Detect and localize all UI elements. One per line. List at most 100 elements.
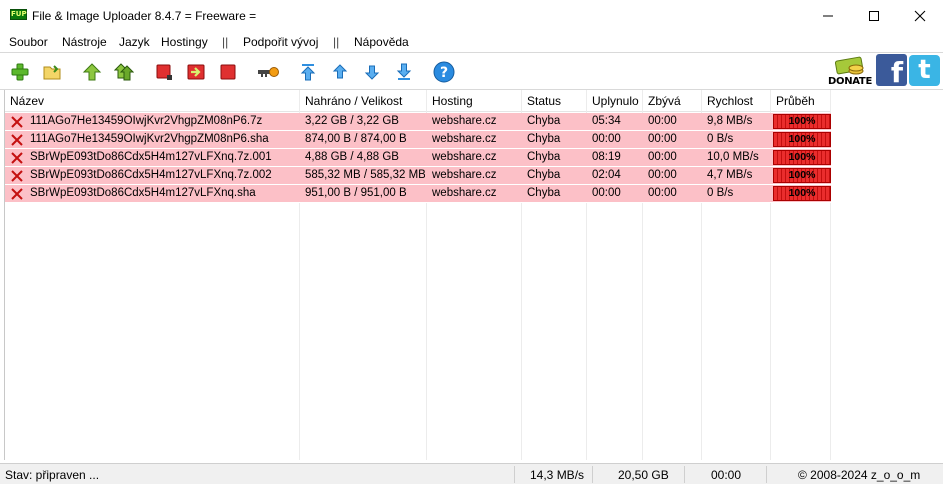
stop-button[interactable] <box>152 60 176 84</box>
donate-label: DONATE <box>828 76 872 87</box>
app-icon: FUP <box>10 9 27 20</box>
status-bar: Stav: připraven ... 14,3 MB/s 20,50 GB 0… <box>0 463 943 484</box>
menu-podporit-vyvoj[interactable]: Podpořit vývoj <box>243 35 318 49</box>
toolbar: ? <box>0 52 943 90</box>
table-row[interactable]: 111AGo7He13459OIwjKvr2VhgpZM08nP6.7z 3,22… <box>5 113 831 131</box>
move-up-icon <box>332 64 348 79</box>
column-header-rychlost[interactable]: Rychlost <box>702 90 771 112</box>
window-title: File & Image Uploader 8.4.7 = Freeware = <box>32 9 257 23</box>
minimize-icon <box>823 15 833 17</box>
export-button[interactable] <box>184 60 208 84</box>
move-down-button[interactable] <box>360 60 384 84</box>
menu-hostingy[interactable]: Hostingy <box>161 35 208 49</box>
facebook-button[interactable]: f <box>876 54 907 86</box>
menu-nastroje[interactable]: Nástroje <box>62 35 107 49</box>
maximize-button[interactable] <box>851 0 897 32</box>
progress-label: 100% <box>788 187 816 199</box>
status-text: Chyba <box>527 133 561 145</box>
svg-text:?: ? <box>440 65 448 81</box>
status-text: Chyba <box>527 151 561 163</box>
export-icon <box>187 64 205 80</box>
error-icon <box>11 152 23 164</box>
hosting-name: webshare.cz <box>432 169 497 181</box>
move-bottom-icon <box>396 63 412 80</box>
column-header-zbyva[interactable]: Zbývá <box>643 90 702 112</box>
upload-list[interactable]: Název Nahráno / Velikost Hosting Status … <box>4 90 943 460</box>
table-row[interactable]: SBrWpE093tDo86Cdx5H4m127vLFXnq.sha 951,00… <box>5 185 831 203</box>
elapsed-time: 00:00 <box>592 187 621 199</box>
file-name: 111AGo7He13459OIwjKvr2VhgpZM08nP6.7z <box>30 115 263 127</box>
file-size: 3,22 GB / 3,22 GB <box>305 115 399 127</box>
title-bar: FUP File & Image Uploader 8.4.7 = Freewa… <box>0 0 943 32</box>
progress-bar: 100% <box>773 150 831 165</box>
help-button[interactable]: ? <box>432 60 456 84</box>
add-button[interactable] <box>8 60 32 84</box>
column-header-prubeh[interactable]: Průběh <box>771 90 831 112</box>
file-name: SBrWpE093tDo86Cdx5H4m127vLFXnq.7z.002 <box>30 169 272 181</box>
file-size: 951,00 B / 951,00 B <box>305 187 407 199</box>
status-state: Stav: připraven ... <box>5 468 100 482</box>
elapsed-time: 00:00 <box>592 133 621 145</box>
menu-separator: || <box>222 35 229 49</box>
error-icon <box>11 170 23 182</box>
hosting-name: webshare.cz <box>432 151 497 163</box>
progress-bar: 100% <box>773 168 831 183</box>
progress-label: 100% <box>788 169 816 181</box>
close-button[interactable] <box>897 0 943 32</box>
status-divider <box>514 466 515 483</box>
add-icon <box>11 63 29 81</box>
menu-soubor[interactable]: Soubor <box>9 35 48 49</box>
stop-all-button[interactable] <box>216 60 240 84</box>
remaining-time: 00:00 <box>648 187 677 199</box>
move-down-icon <box>364 65 380 80</box>
file-name: SBrWpE093tDo86Cdx5H4m127vLFXnq.sha <box>30 187 256 199</box>
column-header-nazev[interactable]: Název <box>5 90 300 112</box>
key-icon <box>258 67 279 77</box>
move-top-button[interactable] <box>296 60 320 84</box>
open-folder-icon <box>43 65 61 80</box>
remaining-time: 00:00 <box>648 151 677 163</box>
column-header-uplynulo[interactable]: Uplynulo <box>587 90 643 112</box>
status-time: 00:00 <box>711 468 742 482</box>
move-top-icon <box>300 64 316 81</box>
column-header-hosting[interactable]: Hosting <box>427 90 522 112</box>
key-button[interactable] <box>256 60 280 84</box>
progress-bar: 100% <box>773 132 831 147</box>
table-row[interactable]: SBrWpE093tDo86Cdx5H4m127vLFXnq.7z.001 4,8… <box>5 149 831 167</box>
hosting-name: webshare.cz <box>432 115 497 127</box>
menu-jazyk[interactable]: Jazyk <box>119 35 150 49</box>
move-up-button[interactable] <box>328 60 352 84</box>
twitter-button[interactable]: t <box>909 55 940 86</box>
progress-label: 100% <box>788 133 816 145</box>
file-size: 874,00 B / 874,00 B <box>305 133 407 145</box>
open-folder-button[interactable] <box>40 60 64 84</box>
upload-all-button[interactable] <box>112 60 136 84</box>
help-icon: ? <box>433 61 455 83</box>
upload-speed: 4,7 MB/s <box>707 169 753 181</box>
status-total: 20,50 GB <box>618 468 669 482</box>
maximize-icon <box>869 11 879 21</box>
donate-button[interactable]: DONATE <box>826 55 874 87</box>
remaining-time: 00:00 <box>648 169 677 181</box>
table-row[interactable]: 111AGo7He13459OIwjKvr2VhgpZM08nP6.sha 874… <box>5 131 831 149</box>
column-header-status[interactable]: Status <box>522 90 587 112</box>
progress-label: 100% <box>788 151 816 163</box>
error-icon <box>11 116 23 128</box>
progress-label: 100% <box>788 115 816 127</box>
error-icon <box>11 188 23 200</box>
status-text: Chyba <box>527 115 561 127</box>
status-copyright: © 2008-2024 z_o_o_m <box>798 468 921 482</box>
menu-napoveda[interactable]: Nápověda <box>354 35 409 49</box>
table-row[interactable]: SBrWpE093tDo86Cdx5H4m127vLFXnq.7z.002 585… <box>5 167 831 185</box>
move-bottom-button[interactable] <box>392 60 416 84</box>
file-name: 111AGo7He13459OIwjKvr2VhgpZM08nP6.sha <box>30 133 269 145</box>
remaining-time: 00:00 <box>648 133 677 145</box>
elapsed-time: 02:04 <box>592 169 621 181</box>
remaining-time: 00:00 <box>648 115 677 127</box>
status-text: Chyba <box>527 187 561 199</box>
file-size: 585,32 MB / 585,32 MB <box>305 169 425 181</box>
minimize-button[interactable] <box>805 0 851 32</box>
menu-separator: || <box>333 35 340 49</box>
column-header-velikost[interactable]: Nahráno / Velikost <box>300 90 427 112</box>
upload-button[interactable] <box>80 60 104 84</box>
